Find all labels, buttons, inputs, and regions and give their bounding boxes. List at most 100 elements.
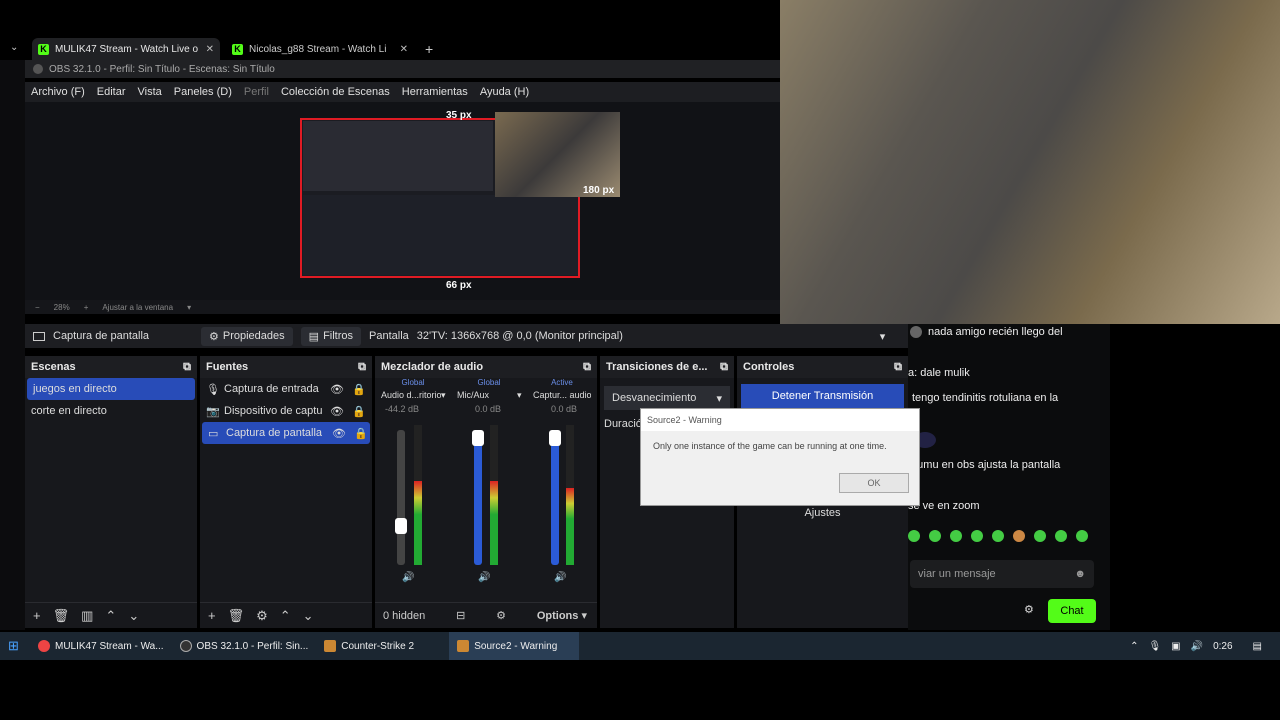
stop-streaming-button[interactable]: Detener Transmisión (741, 384, 904, 408)
speaker-icon[interactable]: 🔊 (554, 572, 566, 583)
close-icon[interactable]: ✕ (206, 44, 214, 55)
emoji-icon[interactable]: ☻ (1074, 568, 1086, 580)
taskbar-item[interactable]: OBS 32.1.0 - Perfil: Sin... (172, 632, 317, 660)
source2-icon (457, 640, 470, 652)
preview-zoom-bar: − 28% + Ajustar a la ventana ▾ (25, 300, 780, 314)
volume-slider[interactable] (395, 430, 407, 565)
source-label: Dispositivo de captu (224, 405, 323, 417)
speaker-icon[interactable]: 🔊 (402, 572, 414, 583)
undock-icon[interactable]: ⧉ (720, 361, 728, 374)
trash-icon[interactable]: 🗑 (53, 608, 70, 624)
browser-tab-nicolas[interactable]: K Nicolas_g88 Stream - Watch Li ✕ (226, 38, 414, 60)
volume-icon[interactable]: 🔊 (1191, 641, 1203, 652)
ok-button[interactable]: OK (839, 473, 909, 493)
chevron-down-icon[interactable]: ▾ (441, 390, 451, 404)
taskbar-item[interactable]: Source2 - Warning (449, 632, 580, 660)
zoom-value: 28% (53, 302, 70, 312)
obs-window-title: OBS 32.1.0 - Perfil: Sin Título - Escena… (25, 60, 780, 78)
scene-item[interactable]: corte en directo (25, 400, 197, 422)
chevron-down-icon[interactable]: ▾ (187, 303, 191, 312)
menu-editar[interactable]: Editar (97, 86, 126, 98)
crop-bottom-label: 66 px (446, 280, 472, 291)
taskbar-item[interactable]: MULIK47 Stream - Wa... (30, 632, 172, 660)
taskbar-item[interactable]: Counter-Strike 2 (316, 632, 449, 660)
start-button[interactable]: ⊞ (0, 632, 30, 660)
menu-archivo[interactable]: Archivo (F) (31, 86, 85, 98)
zoom-fit-label[interactable]: Ajustar a la ventana (102, 303, 173, 312)
source-label: Captura de entrada (224, 383, 319, 395)
move-up-icon[interactable]: ⌃ (280, 608, 291, 624)
menu-coleccion[interactable]: Colección de Escenas (281, 86, 390, 98)
lock-icon[interactable]: 🔒 (352, 405, 366, 418)
options-button[interactable]: Options ▾ (537, 609, 587, 622)
menu-paneles[interactable]: Paneles (D) (174, 86, 232, 98)
move-down-icon[interactable]: ⌄ (128, 608, 139, 624)
eye-icon[interactable]: 👁 (330, 383, 344, 396)
close-icon[interactable]: ✕ (400, 44, 408, 55)
emote-icon (1055, 530, 1067, 542)
slider-handle[interactable] (395, 518, 407, 534)
undock-icon[interactable]: ⧉ (894, 361, 902, 374)
dialog-title: Source2 - Warning (641, 409, 919, 431)
zoom-in-icon[interactable]: + (84, 303, 89, 312)
scene-filter-icon[interactable]: ▥ (81, 608, 93, 624)
clock[interactable]: 0:26 (1213, 641, 1232, 652)
source-item[interactable]: 🎙 Captura de entrada 👁 🔒 (200, 378, 372, 400)
move-up-icon[interactable]: ⌃ (105, 608, 116, 624)
gear-icon[interactable]: ⚙ (256, 608, 268, 624)
filters-button[interactable]: ▤ Filtros (300, 326, 362, 346)
volume-slider[interactable] (472, 430, 484, 565)
eye-icon[interactable]: 👁 (332, 427, 346, 440)
speaker-icon[interactable]: 🔊 (478, 572, 490, 583)
properties-button[interactable]: ⚙ Propiedades (201, 326, 293, 346)
transition-value: Desvanecimiento (612, 392, 697, 404)
new-tab-icon[interactable]: + (425, 41, 433, 57)
source-item[interactable]: 📷 Dispositivo de captu 👁 🔒 (200, 400, 372, 422)
undock-icon[interactable]: ⧉ (583, 361, 591, 374)
notification-icon[interactable]: ▤ (1253, 641, 1262, 652)
lock-icon[interactable]: 🔒 (354, 427, 368, 440)
gear-icon[interactable]: ⚙ (1024, 603, 1034, 616)
chevron-down-icon[interactable]: ▾ (880, 330, 886, 343)
dock-title: Fuentes (206, 361, 249, 373)
add-icon[interactable]: + (208, 608, 216, 623)
chat-input[interactable]: viar un mensaje ☻ (910, 560, 1094, 588)
menu-vista[interactable]: Vista (138, 86, 162, 98)
menu-perfil[interactable]: Perfil (244, 86, 269, 98)
dock-title: Mezclador de audio (381, 361, 484, 373)
network-icon[interactable]: ▣ (1171, 641, 1180, 652)
lock-icon[interactable]: 🔒 (352, 383, 366, 396)
chevron-up-icon[interactable]: ⌃ (1130, 641, 1138, 652)
send-chat-button[interactable]: Chat (1048, 599, 1096, 623)
mixer-settings-icon[interactable]: ⚙ (496, 609, 506, 622)
kick-logo-icon: K (232, 43, 243, 55)
eye-icon[interactable]: 👁 (330, 405, 344, 418)
slider-handle[interactable] (549, 430, 561, 446)
obs-menubar: Archivo (F) Editar Vista Paneles (D) Per… (25, 82, 780, 102)
display-select[interactable]: 32'TV: 1366x768 @ 0,0 (Monitor principal… (417, 330, 872, 342)
menu-herramientas[interactable]: Herramientas (402, 86, 468, 98)
camera-icon: 📷 (206, 405, 220, 418)
emote-icon (971, 530, 983, 542)
trash-icon[interactable]: 🗑 (228, 608, 245, 624)
scene-item[interactable]: juegos en directo (27, 378, 195, 400)
transition-select[interactable]: Desvanecimiento ▾ (604, 386, 730, 410)
microphone-icon[interactable]: 🎙 (1148, 641, 1161, 652)
mixer-tag: Active (551, 378, 573, 387)
volume-slider[interactable] (549, 430, 561, 565)
move-down-icon[interactable]: ⌄ (303, 608, 314, 624)
undock-icon[interactable]: ⧉ (358, 361, 366, 374)
kick-logo-icon: K (38, 43, 49, 55)
mixer-layout-icon[interactable]: ⊟ (456, 609, 465, 622)
chevron-down-icon[interactable]: ▾ (517, 390, 527, 404)
menu-ayuda[interactable]: Ayuda (H) (480, 86, 529, 98)
emote-icon (929, 530, 941, 542)
browser-tab-mulik47[interactable]: K MULIK47 Stream - Watch Live o ✕ (32, 38, 220, 60)
undock-icon[interactable]: ⧉ (183, 361, 191, 374)
browser-tab-strip: ⌄ K MULIK47 Stream - Watch Live o ✕ K Ni… (0, 0, 780, 60)
slider-handle[interactable] (472, 430, 484, 446)
source-item[interactable]: ▭ Captura de pantalla 👁 🔒 (202, 422, 370, 444)
add-icon[interactable]: + (33, 608, 41, 623)
zoom-out-icon[interactable]: − (35, 303, 40, 312)
tab-list-chevron-icon[interactable]: ⌄ (10, 42, 18, 53)
